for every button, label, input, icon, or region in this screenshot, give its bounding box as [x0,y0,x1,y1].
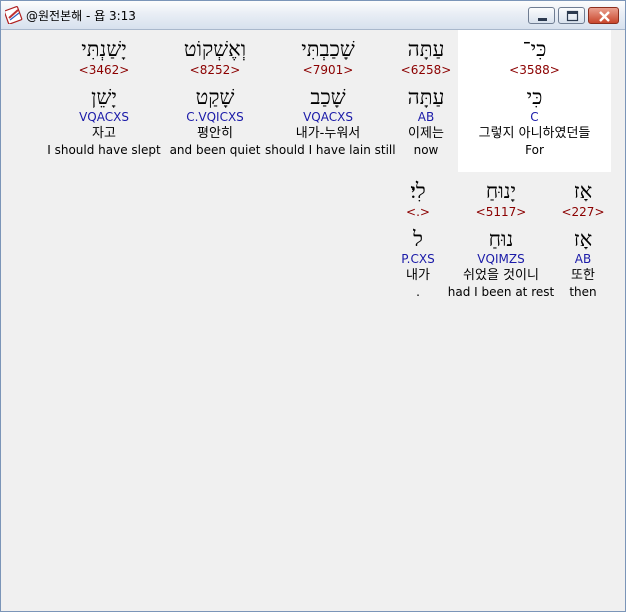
morphology-code: C.VQICXS [186,110,244,124]
hebrew-root: יָשֵׁן [91,85,117,109]
hebrew-word: עַתָּה [407,37,445,61]
strong-number: <227> [561,205,605,219]
english-gloss: had I been at rest [447,285,555,299]
title-bar[interactable]: @원전본해 - 욥 3:13 [1,1,625,30]
morphology-code: VQACXS [79,110,129,124]
korean-gloss: 또한 [571,268,595,283]
maximize-icon [566,10,579,22]
korean-gloss: 이제는 [408,126,444,141]
app-window: @원전본해 - 욥 3:13 כִּי־ <3588> כִּי C 그렇지 아… [0,0,626,612]
strong-number: <6258> [400,63,452,77]
strong-number: <8252> [189,63,241,77]
english-gloss: now [413,143,439,157]
word-block[interactable]: כִּי־ <3588> כִּי C 그렇지 아니하였던들 For [458,36,611,158]
strong-number: <3462> [78,63,130,77]
korean-gloss: 평안히 [197,126,233,141]
korean-gloss: 내가-누워서 [295,126,361,141]
hebrew-word: לִי׃ [410,179,426,203]
korean-gloss: 자고 [92,126,116,141]
english-gloss: should I have lain still [265,143,396,157]
app-icon[interactable] [3,6,23,25]
strong-number: <5117> [475,205,527,219]
english-gloss: then [569,285,597,299]
hebrew-word: כִּי־ [522,37,547,61]
minimize-button[interactable] [528,7,555,24]
close-button[interactable] [588,7,619,24]
window-title: @원전본해 - 욥 3:13 [26,9,136,23]
morphology-code: AB [417,110,435,124]
verse-panel: כִּי־ <3588> כִּי C 그렇지 아니하였던들 For עַתָּ… [9,30,617,605]
english-gloss: I should have slept [47,143,161,157]
strong-number: <.> [406,205,430,219]
english-gloss: and been quiet [169,143,261,157]
morphology-code: AB [574,252,592,266]
korean-gloss: 그렇지 아니하였던들 [478,126,591,141]
word-block[interactable]: וְאֶשְׁקוֹט <8252> שָׁקַט C.VQICXS 평안히 a… [165,36,265,158]
hebrew-root: נוּחַ [488,227,514,251]
hebrew-word: שָׁכַבְתִּי [301,37,355,61]
word-block[interactable]: עַתָּה <6258> עַתָּה AB 이제는 now [391,36,461,158]
morphology-code: VQACXS [303,110,353,124]
korean-gloss: 쉬었을 것이니 [463,268,539,283]
hebrew-root: עַתָּה [407,85,445,109]
close-icon [599,11,610,22]
hebrew-word: וְאֶשְׁקוֹט [183,37,247,61]
hebrew-root: כִּי [526,85,543,109]
korean-gloss: 내가 [406,268,430,283]
hebrew-root: שָׁקַט [195,85,235,109]
hebrew-word: יָשַׁנְתִּי [81,37,127,61]
hebrew-root: ל [413,227,423,251]
hebrew-root: שָׁכַב [310,85,346,109]
word-block[interactable]: לִי׃ <.> ל P.CXS 내가 . [392,178,444,300]
morphology-code: VQIMZS [477,252,525,266]
hebrew-word: אָז [573,179,593,203]
strong-number: <3588> [509,63,560,77]
maximize-button[interactable] [558,7,585,24]
morphology-code: P.CXS [401,252,435,266]
english-gloss: . [416,285,420,299]
hebrew-word: יָנוּחַ [485,179,517,203]
word-block[interactable]: יָשַׁנְתִּי <3462> יָשֵׁן VQACXS 자고 I sh… [44,36,164,158]
strong-number: <7901> [302,63,354,77]
hebrew-root: אָז [573,227,593,251]
minimize-icon [538,18,547,21]
morphology-code: C [530,110,539,124]
word-block[interactable]: יָנוּחַ <5117> נוּחַ VQIMZS 쉬었을 것이니 had … [446,178,556,300]
english-gloss: For [525,143,544,157]
word-block[interactable]: שָׁכַבְתִּי <7901> שָׁכַב VQACXS 내가-누워서 … [265,36,396,158]
word-block[interactable]: אָז <227> אָז AB 또한 then [558,178,608,300]
